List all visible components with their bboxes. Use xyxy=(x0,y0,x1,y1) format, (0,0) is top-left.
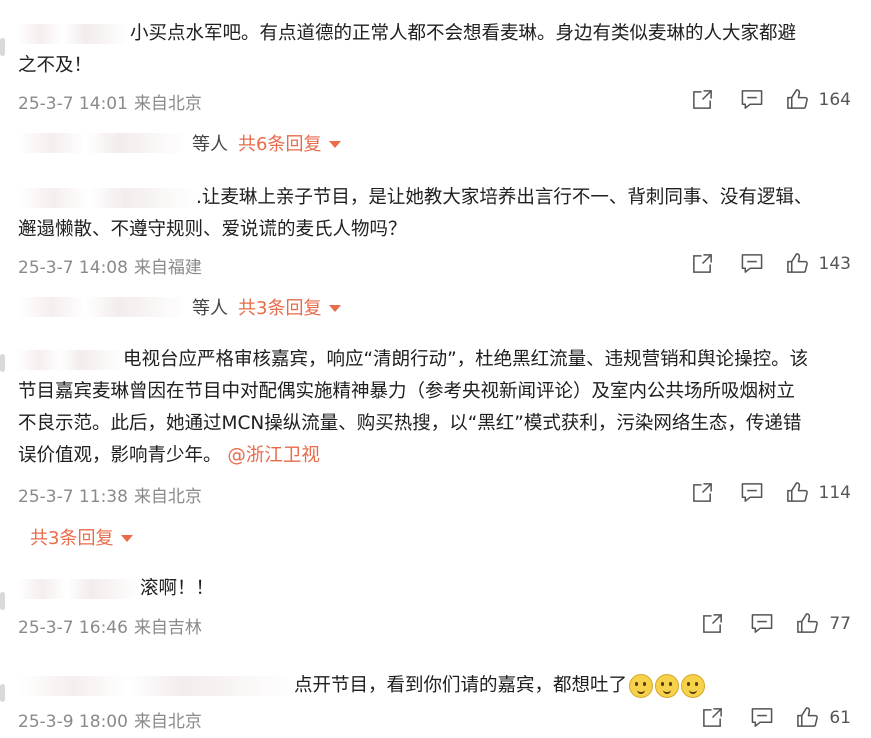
redacted-username xyxy=(18,297,186,317)
comment-meta: 25-3-9 18:00 来自北京 xyxy=(18,707,208,732)
comment-meta: 25-3-7 14:08 来自福建 xyxy=(18,253,208,278)
comment-text: 点开节目，看到你们请的嘉宾，都想吐了 xyxy=(18,670,853,702)
share-icon xyxy=(701,706,724,729)
share-icon xyxy=(691,481,714,504)
doge-emoji-icon xyxy=(629,674,654,698)
chevron-down-icon xyxy=(329,140,342,148)
reply-summary[interactable]: 共3条回复 xyxy=(18,524,134,550)
like-count: 114 xyxy=(818,482,851,503)
mention-link[interactable]: @浙江卫视 xyxy=(227,445,320,466)
share-icon xyxy=(691,88,714,111)
like-button[interactable]: 61 xyxy=(796,706,851,729)
like-icon xyxy=(786,481,809,504)
timestamp: 25-3-7 14:08 xyxy=(18,258,128,278)
like-icon xyxy=(796,612,819,635)
view-replies-link[interactable]: 共3条回复 xyxy=(30,524,134,550)
reply-button[interactable] xyxy=(740,88,764,111)
avatar[interactable] xyxy=(0,592,5,610)
reply-button[interactable] xyxy=(740,252,764,275)
reply-by: 等人 xyxy=(192,298,228,319)
comment-actions: 143 xyxy=(691,252,871,275)
redacted-username xyxy=(18,579,140,599)
comment-icon xyxy=(740,88,764,111)
like-count: 143 xyxy=(818,253,851,274)
reply-button[interactable] xyxy=(750,706,774,729)
comment-actions: 114 xyxy=(691,481,871,504)
location: 来自北京 xyxy=(133,712,202,732)
redacted-username xyxy=(18,676,294,696)
reply-button[interactable] xyxy=(740,481,764,504)
like-button[interactable]: 77 xyxy=(796,612,851,635)
reply-button[interactable] xyxy=(750,612,774,635)
timestamp: 25-3-7 16:46 xyxy=(18,618,128,638)
chevron-down-icon xyxy=(121,534,134,542)
share-button[interactable] xyxy=(701,612,724,635)
like-button[interactable]: 164 xyxy=(786,88,851,111)
redacted-username xyxy=(18,350,123,370)
timestamp: 25-3-7 14:01 xyxy=(18,94,128,114)
avatar[interactable] xyxy=(0,354,5,372)
avatar[interactable] xyxy=(0,38,5,56)
reply-summary[interactable]: 等人 共6条回复 xyxy=(18,130,342,156)
like-count: 77 xyxy=(829,613,851,634)
comment-icon xyxy=(750,612,774,635)
share-icon xyxy=(701,612,724,635)
like-icon xyxy=(786,88,809,111)
like-button[interactable]: 143 xyxy=(786,252,851,275)
reply-summary[interactable]: 等人 共3条回复 xyxy=(18,294,342,320)
like-button[interactable]: 114 xyxy=(786,481,851,504)
comment-icon xyxy=(740,481,764,504)
comment-actions: 164 xyxy=(691,88,871,111)
view-replies-link[interactable]: 共3条回复 xyxy=(238,294,342,320)
share-button[interactable] xyxy=(691,481,714,504)
redacted-username xyxy=(18,24,130,44)
reply-by: 等人 xyxy=(192,134,228,155)
like-count: 61 xyxy=(829,707,851,728)
doge-emoji-icon xyxy=(681,674,706,698)
avatar[interactable] xyxy=(0,684,5,702)
like-icon xyxy=(796,706,819,729)
comment-meta: 25-3-7 16:46 来自吉林 xyxy=(18,613,208,638)
location: 来自吉林 xyxy=(133,618,202,638)
share-button[interactable] xyxy=(691,252,714,275)
comment-icon xyxy=(750,706,774,729)
like-count: 164 xyxy=(818,89,851,110)
timestamp: 25-3-7 11:38 xyxy=(18,487,128,507)
comment-actions: 77 xyxy=(701,612,871,635)
redacted-username xyxy=(18,133,186,153)
location: 来自北京 xyxy=(133,94,202,114)
view-replies-link[interactable]: 共6条回复 xyxy=(238,130,342,156)
comment-meta: 25-3-7 11:38 来自北京 xyxy=(18,482,208,507)
share-icon xyxy=(691,252,714,275)
comment-text: 小买点水军吧。有点道德的正常人都不会想看麦琳。身边有类似麦琳的人大家都避 之不及！ xyxy=(18,23,797,76)
comment-icon xyxy=(740,252,764,275)
timestamp: 25-3-9 18:00 xyxy=(18,712,128,732)
comment-meta: 25-3-7 14:01 来自北京 xyxy=(18,89,208,114)
like-icon xyxy=(786,252,809,275)
doge-emoji-icon xyxy=(655,674,680,698)
share-button[interactable] xyxy=(691,88,714,111)
share-button[interactable] xyxy=(701,706,724,729)
location: 来自福建 xyxy=(133,258,202,278)
comment-text: 滚啊！！ xyxy=(18,573,853,605)
comment-actions: 61 xyxy=(701,706,871,729)
chevron-down-icon xyxy=(329,304,342,312)
comment-text: 电视台应严格审核嘉宾，响应“清朗行动”，杜绝黑红流量、违规营销和舆论操控。该 节… xyxy=(18,349,809,466)
comment-text: .让麦琳上亲子节目，是让她教大家培养出言行不一、背刺同事、没有逻辑、 邂遢懒散、不… xyxy=(18,187,813,240)
redacted-username xyxy=(18,188,196,208)
location: 来自北京 xyxy=(133,487,202,507)
